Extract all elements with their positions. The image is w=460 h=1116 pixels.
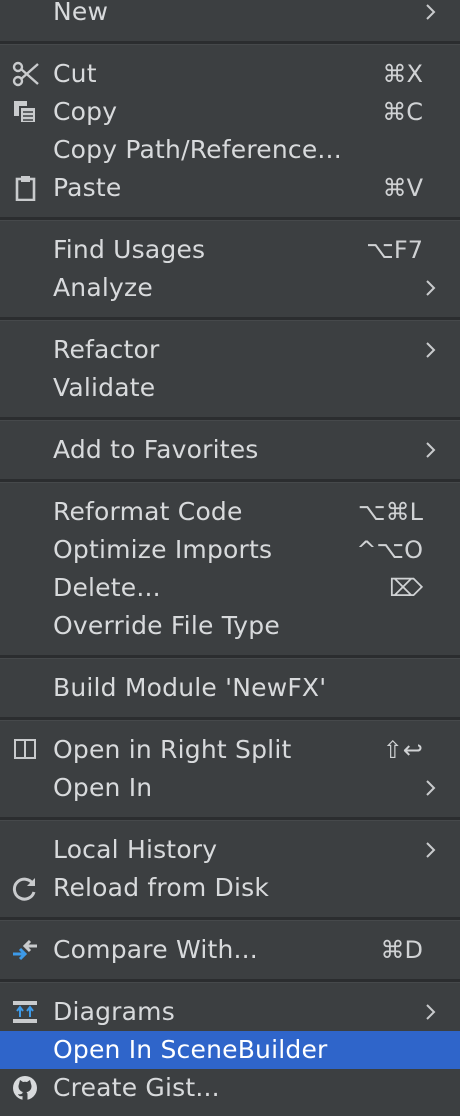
menu-item-label: Refactor [53,335,160,364]
menu-separator [0,817,460,821]
menu-item-label: Copy Path/Reference... [53,135,342,164]
copy-icon [14,101,37,124]
menu-separator [0,217,460,221]
menu-item-build-module[interactable]: Build Module 'NewFX' [0,669,460,707]
clipboard-icon [15,176,36,201]
menu-item-label: Add to Favorites [53,435,259,464]
chevron-right-icon [426,4,436,20]
menu-item-copy[interactable]: Copy ⌘C [0,93,460,131]
compare-icon [13,939,37,961]
context-menu: New Cut ⌘X Copy ⌘C Copy Path/Reference..… [0,0,460,1116]
menu-item-label: Override File Type [53,611,280,640]
menu-item-label: Build Module 'NewFX' [53,673,327,702]
menu-item-shortcut: ⇧↩ [382,736,423,764]
menu-item-label: Reformat Code [53,497,243,526]
menu-item-shortcut: ⌘V [382,174,423,202]
menu-separator [0,317,460,321]
menu-item-shortcut: ⌘X [382,60,423,88]
menu-item-label: Compare With... [53,935,258,964]
menu-item-add-to-favorites[interactable]: Add to Favorites [0,431,460,469]
menu-item-shortcut: ⌥F7 [366,236,423,264]
menu-item-label: Optimize Imports [53,535,273,564]
chevron-right-icon [426,842,436,858]
menu-item-compare-with[interactable]: Compare With... ⌘D [0,931,460,969]
menu-separator [0,479,460,483]
menu-item-reload-from-disk[interactable]: Reload from Disk [0,869,460,907]
menu-item-refactor[interactable]: Refactor [0,331,460,369]
menu-item-label: Reload from Disk [53,873,270,902]
menu-item-diagrams[interactable]: Diagrams [0,993,460,1031]
menu-item-analyze[interactable]: Analyze [0,269,460,307]
menu-separator [0,417,460,421]
menu-item-open-scenebuilder[interactable]: Open In SceneBuilder [0,1031,460,1069]
menu-item-reformat-code[interactable]: Reformat Code ⌥⌘L [0,493,460,531]
menu-item-label: Create Gist... [53,1073,220,1102]
chevron-right-icon [426,780,436,796]
menu-item-label: Delete... [53,573,161,602]
menu-item-cut[interactable]: Cut ⌘X [0,55,460,93]
chevron-right-icon [426,280,436,296]
menu-item-local-history[interactable]: Local History [0,831,460,869]
diagram-icon [13,1001,37,1023]
menu-item-new[interactable]: New [0,0,460,31]
chevron-right-icon [426,342,436,358]
menu-item-label: Find Usages [53,235,206,264]
menu-separator [0,655,460,659]
menu-item-find-usages[interactable]: Find Usages ⌥F7 [0,231,460,269]
scissors-icon [12,61,39,87]
menu-item-shortcut: ^⌥O [356,536,423,564]
menu-item-paste[interactable]: Paste ⌘V [0,169,460,207]
chevron-right-icon [426,442,436,458]
menu-item-label: Open in Right Split [53,735,292,764]
menu-item-delete[interactable]: Delete... ⌦ [0,569,460,607]
menu-separator [0,717,460,721]
github-icon [13,1076,37,1100]
menu-item-shortcut: ⌥⌘L [357,498,423,526]
menu-item-label: Copy [53,97,118,126]
menu-item-create-gist[interactable]: Create Gist... [0,1069,460,1107]
menu-item-open-in[interactable]: Open In [0,769,460,807]
menu-separator [0,917,460,921]
split-icon [14,739,36,759]
menu-separator [0,41,460,45]
menu-item-label: Cut [53,59,97,88]
reload-icon [12,877,36,901]
menu-item-label: New [53,0,109,26]
menu-item-label: Local History [53,835,218,864]
menu-item-override-file-type[interactable]: Override File Type [0,607,460,645]
menu-item-optimize-imports[interactable]: Optimize Imports ^⌥O [0,531,460,569]
menu-item-label: Analyze [53,273,153,302]
menu-item-label: Open In [53,773,153,802]
menu-item-label: Diagrams [53,997,175,1026]
menu-item-open-right-split[interactable]: Open in Right Split ⇧↩ [0,731,460,769]
delete-key-icon: ⌦ [389,574,423,602]
menu-item-copy-path[interactable]: Copy Path/Reference... [0,131,460,169]
menu-item-label: Validate [53,373,156,402]
menu-item-label: Paste [53,173,122,202]
menu-item-shortcut: ⌘D [380,936,423,964]
menu-separator [0,979,460,983]
menu-item-label: Open In SceneBuilder [53,1035,328,1064]
menu-item-validate[interactable]: Validate [0,369,460,407]
menu-item-shortcut: ⌘C [382,98,423,126]
chevron-right-icon [426,1004,436,1020]
